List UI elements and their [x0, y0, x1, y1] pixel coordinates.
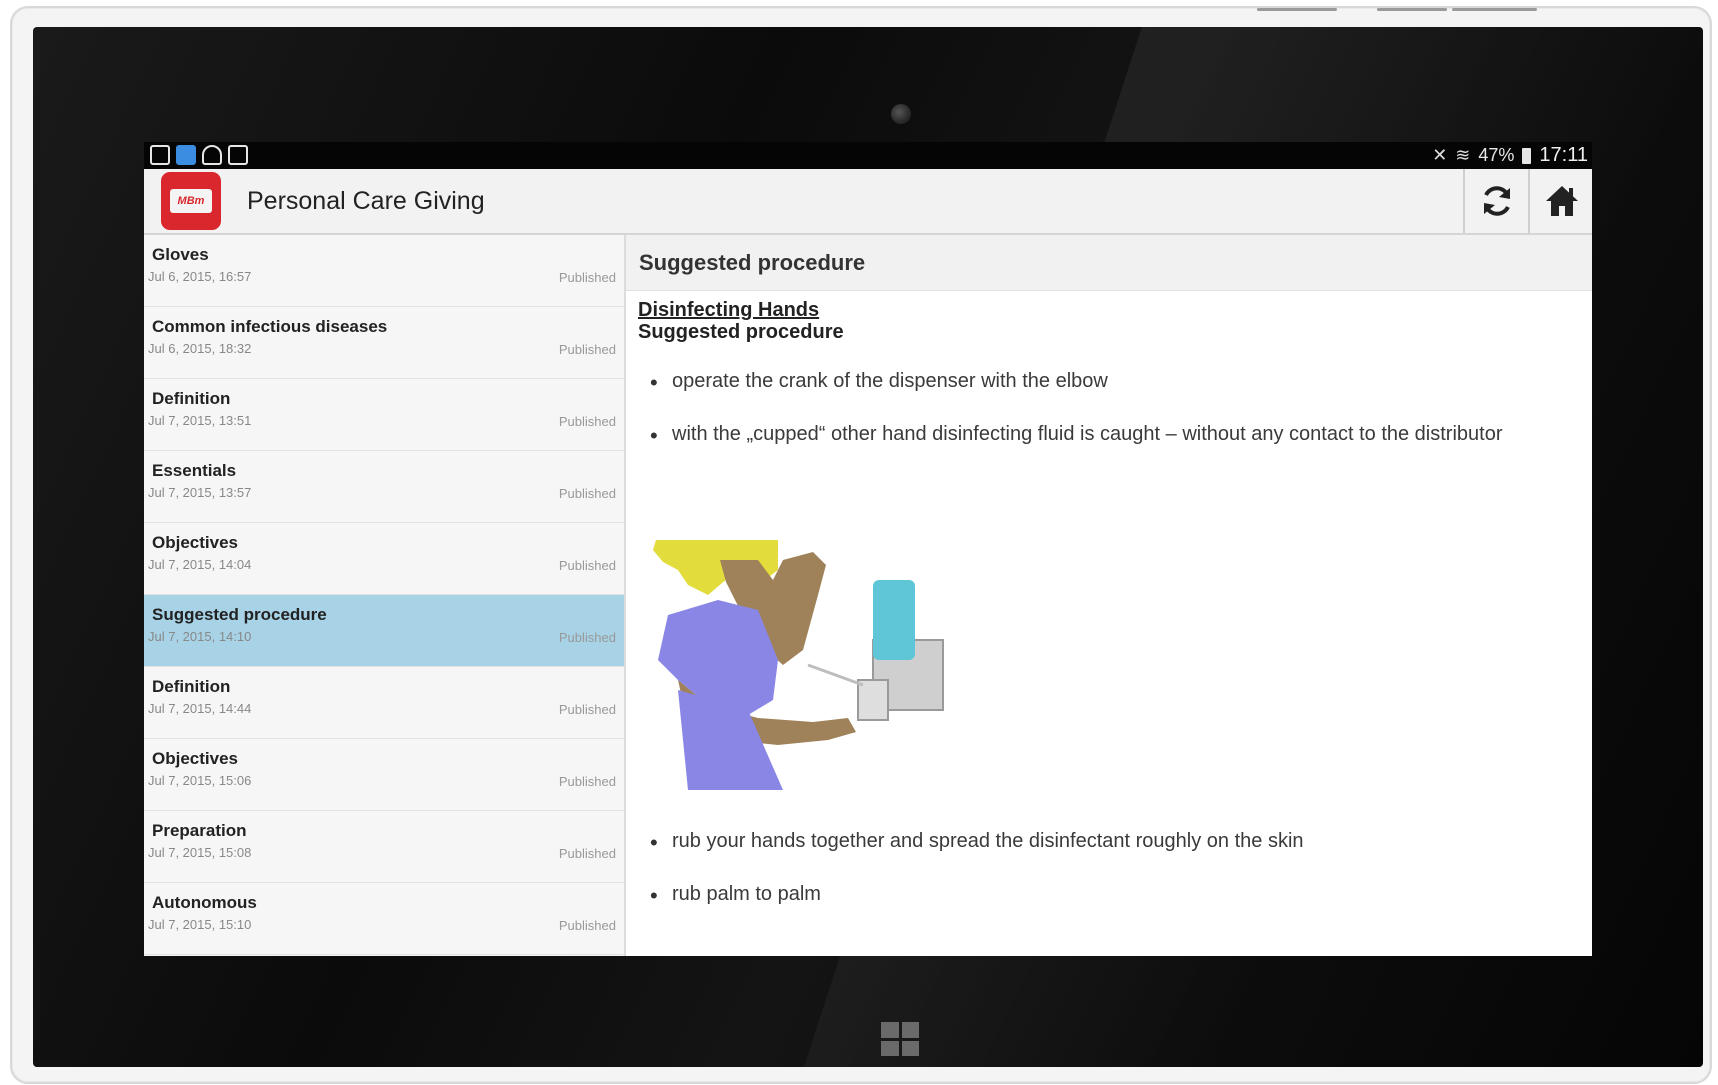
- bullet-item: with the „cupped“ other hand disinfectin…: [650, 423, 1503, 476]
- list-item[interactable]: Objectives Jul 7, 2015, 14:04 Published: [144, 523, 624, 595]
- list-item-title: Objectives: [152, 533, 238, 552]
- list-item[interactable]: Objectives Jul 7, 2015, 15:06 Published: [144, 739, 624, 811]
- list-item-date: Jul 7, 2015, 13:51: [148, 413, 252, 428]
- list-item-status: Published: [558, 630, 616, 645]
- wifi-icon: ≋: [1455, 145, 1471, 165]
- list-item-title: Preparation: [152, 821, 247, 840]
- app-logo-text: MBm: [170, 189, 212, 213]
- refresh-button[interactable]: [1463, 169, 1529, 233]
- list-item-status: Published: [558, 342, 616, 357]
- list-item-status: Published: [558, 414, 616, 429]
- list-item-status: Published: [558, 558, 616, 573]
- topic-list: Gloves Jul 6, 2015, 16:57 Published Common …: [144, 235, 626, 956]
- list-item-date: Jul 7, 2015, 14:44: [148, 701, 252, 716]
- refresh-icon: [1484, 186, 1510, 216]
- list-item-date: Jul 6, 2015, 18:32: [148, 341, 252, 356]
- home-button[interactable]: [1528, 169, 1592, 233]
- list-item-date: Jul 6, 2015, 16:57: [148, 269, 252, 284]
- list-item-title: Essentials: [152, 461, 237, 480]
- mute-icon: ✕: [1432, 145, 1448, 165]
- document-title[interactable]: Disinfecting Hands: [638, 299, 819, 322]
- list-item[interactable]: Autonomous Jul 7, 2015, 15:10 Published: [144, 883, 624, 955]
- list-item-title: Definition: [152, 677, 231, 696]
- list-item-status: Published: [558, 702, 616, 717]
- status-right: ✕ ≋ 47% 17:11: [1432, 144, 1588, 167]
- list-item-date: Jul 7, 2015, 14:04: [148, 557, 252, 572]
- notification-icons: [150, 145, 248, 165]
- bullet-item: rub palm to palm: [650, 883, 1304, 936]
- checkbox-icon: [176, 145, 196, 165]
- battery-percent: 47%: [1478, 145, 1515, 165]
- status-bar: ✕ ≋ 47% 17:11: [144, 142, 1592, 169]
- bullet-list-bottom: rub your hands together and spread the d…: [650, 830, 1304, 936]
- list-item-date: Jul 7, 2015, 15:06: [148, 773, 252, 788]
- list-item-date: Jul 7, 2015, 14:10: [148, 629, 252, 644]
- list-item[interactable]: Suggested procedure Jul 7, 2015, 14:10 Pub…: [144, 595, 624, 667]
- bullet-list-top: operate the crank of the dispenser with …: [650, 370, 1503, 476]
- list-item-date: Jul 7, 2015, 15:10: [148, 917, 252, 932]
- list-item-title: Gloves: [152, 245, 209, 264]
- list-item-status: Published: [558, 486, 616, 501]
- list-item-status: Published: [558, 774, 616, 789]
- device-screen: ✕ ≋ 47% 17:11 MBm Personal Care Giving G…: [144, 142, 1592, 956]
- list-item[interactable]: Gloves Jul 6, 2015, 16:57 Published: [144, 235, 624, 307]
- list-item[interactable]: Common infectious diseases Jul 6, 2015, 1…: [144, 307, 624, 379]
- detail-header: Suggested procedure: [626, 235, 1592, 291]
- clock: 17:11: [1539, 144, 1588, 166]
- frame-top-bars: [1257, 8, 1547, 12]
- list-item[interactable]: Definition Jul 7, 2015, 14:44 Published: [144, 667, 624, 739]
- list-item-status: Published: [558, 270, 616, 285]
- list-item-title: Suggested procedure: [152, 605, 327, 624]
- app-bar: MBm Personal Care Giving: [144, 169, 1592, 235]
- list-item-title: Autonomous: [152, 893, 257, 912]
- list-item[interactable]: Essentials Jul 7, 2015, 13:57 Published: [144, 451, 624, 523]
- list-item-date: Jul 7, 2015, 15:08: [148, 845, 252, 860]
- camera-icon: [891, 104, 911, 124]
- app-title: Personal Care Giving: [247, 187, 485, 215]
- detail-pane: Suggested procedure Disinfecting Hands S…: [626, 235, 1592, 956]
- list-item-status: Published: [558, 846, 616, 861]
- list-item-date: Jul 7, 2015, 13:57: [148, 485, 252, 500]
- list-item[interactable]: Definition Jul 7, 2015, 13:51 Published: [144, 379, 624, 451]
- hand-disinfection-illustration: [653, 540, 944, 790]
- list-item[interactable]: Preparation Jul 7, 2015, 15:08 Published: [144, 811, 624, 883]
- battery-icon: [1522, 147, 1532, 164]
- screenshot-icon: [150, 145, 170, 165]
- clipboard-icon: [228, 145, 248, 165]
- windows-logo-icon[interactable]: [881, 1022, 919, 1056]
- list-item-title: Objectives: [152, 749, 238, 768]
- list-item-status: Published: [558, 918, 616, 933]
- list-item-title: Definition: [152, 389, 231, 408]
- home-icon: [1546, 186, 1578, 216]
- bullet-item: rub your hands together and spread the d…: [650, 830, 1304, 883]
- list-item-title: Common infectious diseases: [152, 317, 388, 336]
- document-subtitle: Suggested procedure: [638, 321, 844, 343]
- app-logo[interactable]: MBm: [161, 172, 221, 230]
- bullet-item: operate the crank of the dispenser with …: [650, 370, 1503, 423]
- android-icon: [202, 145, 222, 165]
